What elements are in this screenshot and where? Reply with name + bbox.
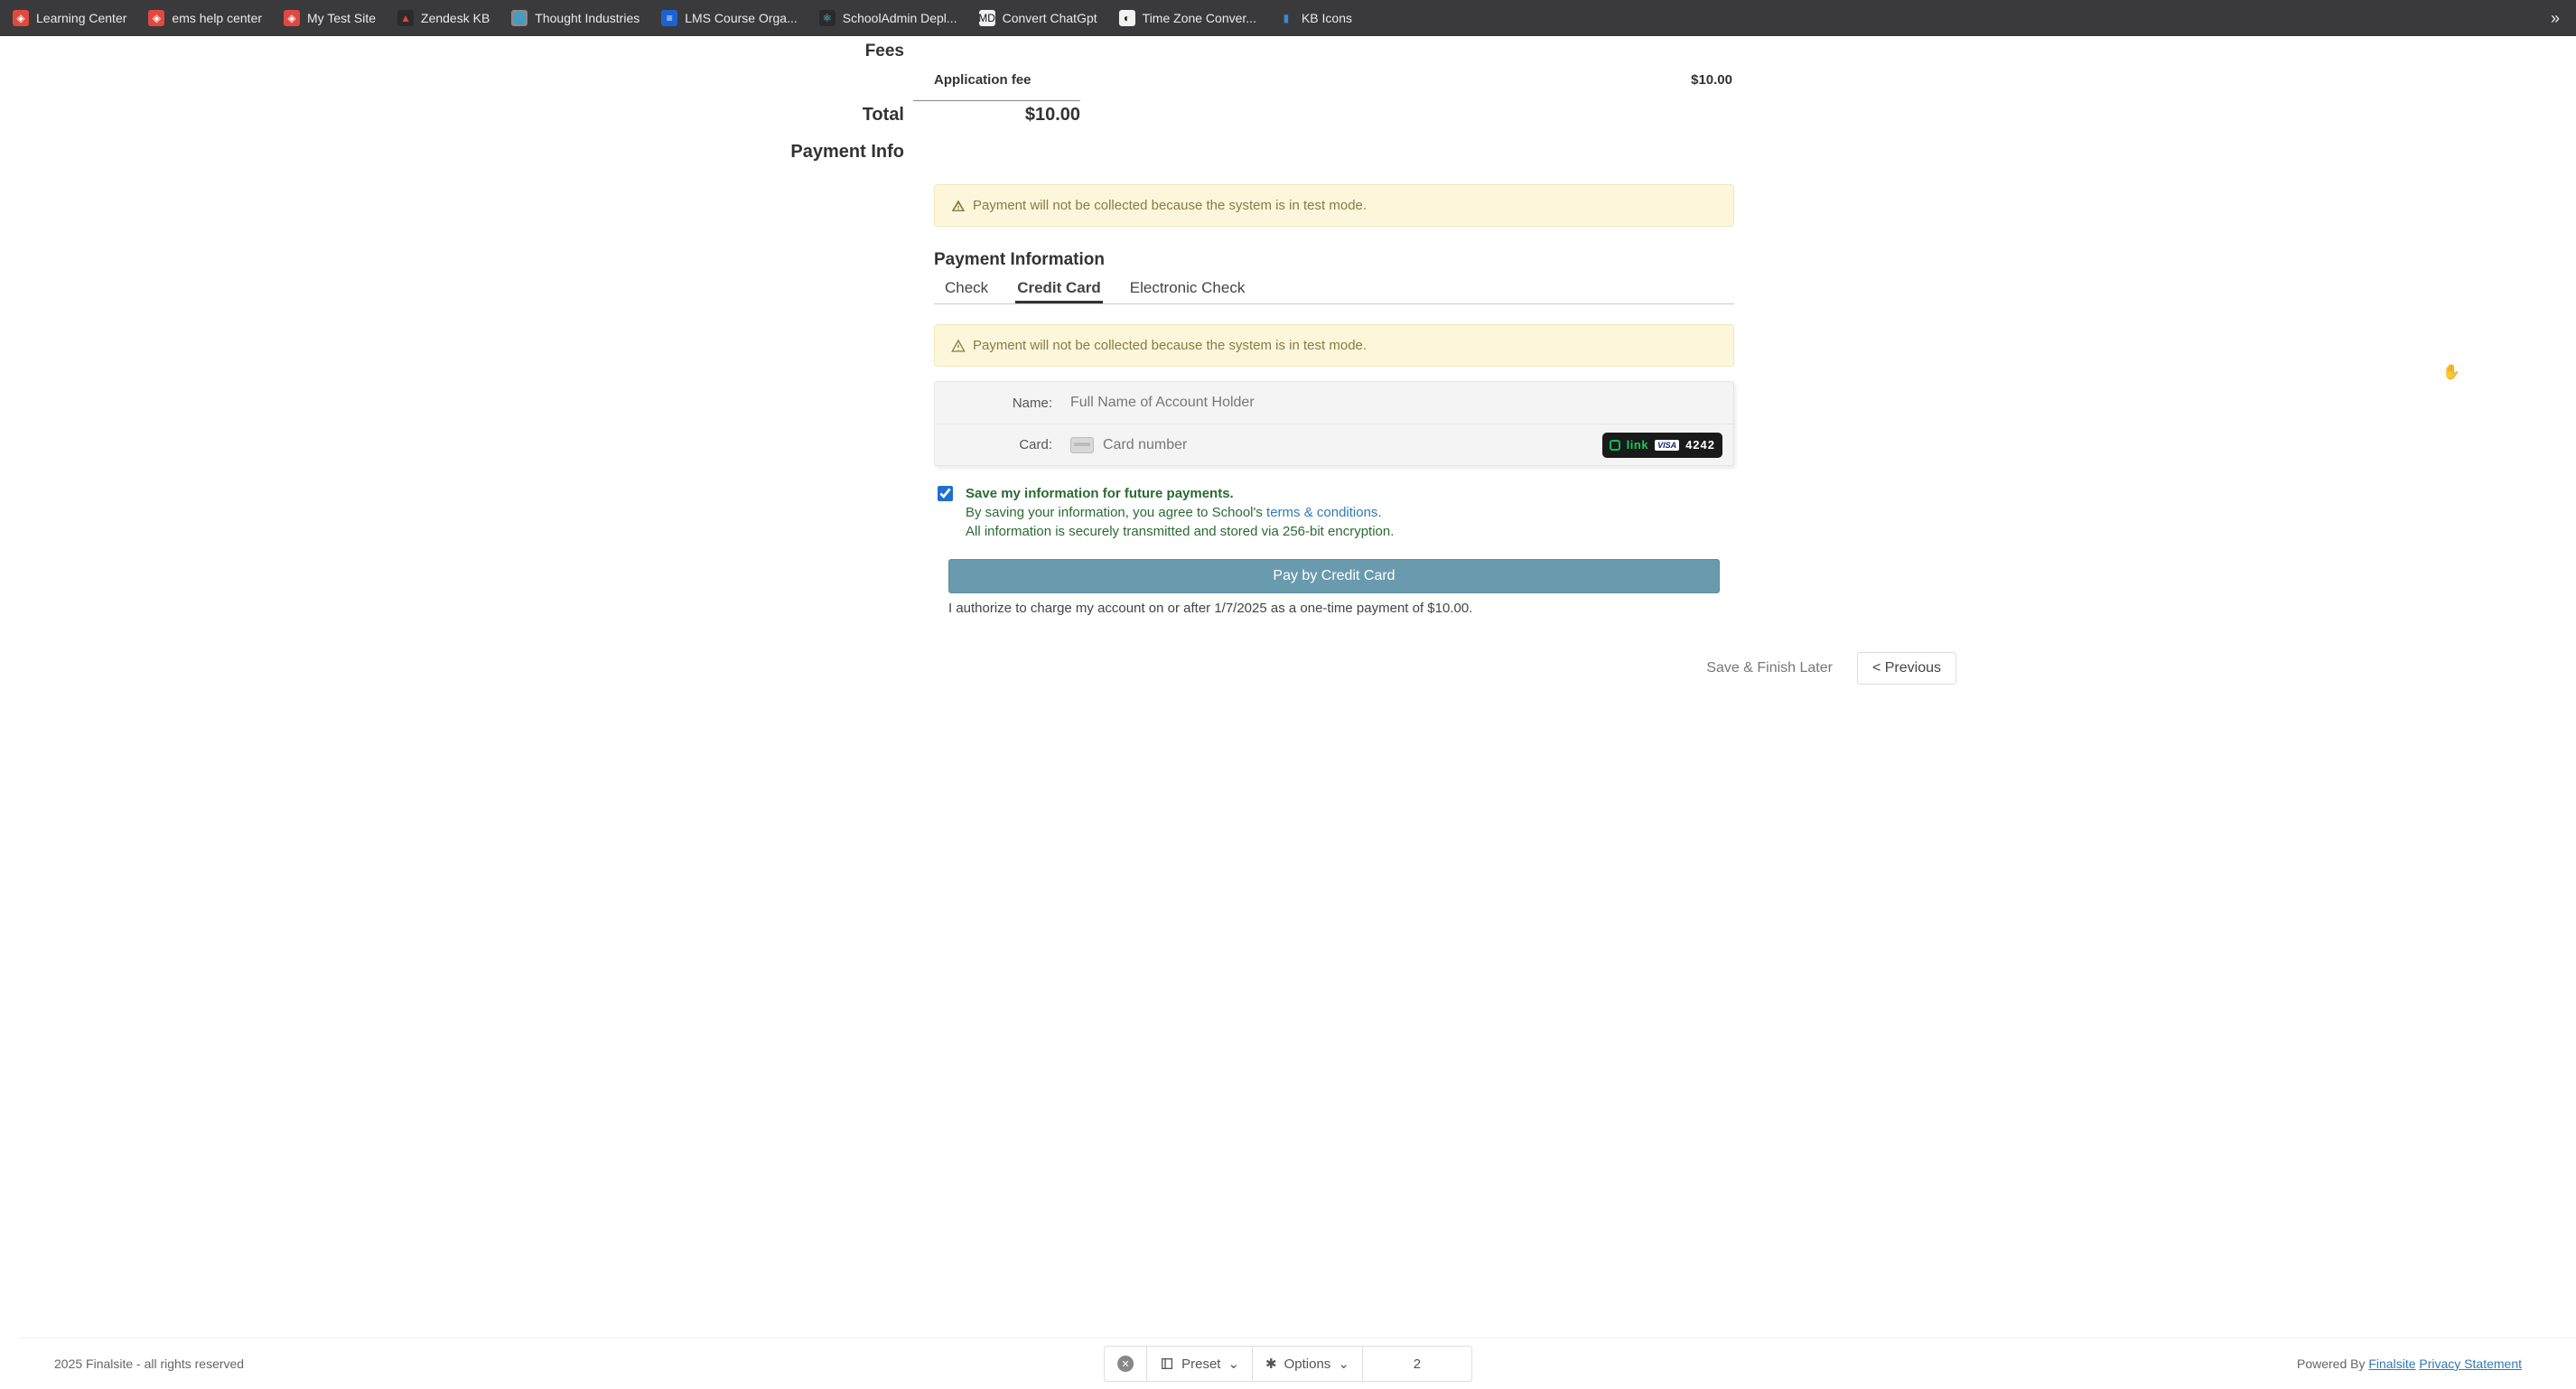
save-info-line2: All information is securely transmitted … (966, 524, 1394, 539)
bookmark-favicon: ◐ (1119, 10, 1135, 26)
credit-card-panel: Name: Card: link VISA 4242 (934, 381, 1734, 466)
test-mode-alert-inner: Payment will not be collected because th… (934, 324, 1734, 367)
visa-badge: VISA (1655, 440, 1679, 451)
powered-by-prefix: Powered By (2297, 1356, 2368, 1371)
page-footer: 2025 Finalsite - all rights reserved ✕ P… (0, 1338, 2576, 1389)
terms-link[interactable]: terms & conditions (1266, 505, 1377, 520)
bookmark-item[interactable]: ▮ KB Icons (1278, 10, 1352, 26)
alert-text: Payment will not be collected because th… (973, 338, 1367, 353)
previous-button[interactable]: < Previous (1857, 652, 1956, 685)
options-dropdown[interactable]: ✱ Options ⌄ (1253, 1347, 1363, 1381)
total-amount: $10.00 (913, 100, 1080, 126)
payment-info-heading: Payment Info (620, 142, 904, 163)
fee-item-name: Application fee (934, 72, 1031, 88)
bookmark-favicon: ▮ (1278, 10, 1294, 26)
bookmark-label: SchoolAdmin Depl... (843, 11, 957, 25)
bookmark-item[interactable]: MD Convert ChatGpt (979, 10, 1097, 26)
footer-toolbar: ✕ Preset ⌄ ✱ Options ⌄ 2 (1104, 1346, 1472, 1382)
cardholder-name-input[interactable] (1070, 395, 1733, 411)
fee-item-amount: $10.00 (1691, 72, 1732, 88)
bookmark-favicon: ▲ (397, 10, 414, 26)
bookmark-label: LMS Course Orga... (685, 11, 798, 25)
bookmarks-bar: ◈ Learning Center ◈ ems help center ◈ My Test… (0, 0, 2576, 36)
bookmark-item[interactable]: ≡ LMS Course Orga... (661, 10, 798, 26)
bookmark-item[interactable]: ◈ My Test Site (284, 10, 376, 26)
page-number-display[interactable]: 2 (1363, 1347, 1471, 1381)
finalsite-link[interactable]: Finalsite (2368, 1356, 2415, 1371)
bookmark-label: KB Icons (1302, 11, 1352, 25)
autofill-brand: link (1627, 438, 1648, 452)
save-finish-later-button[interactable]: Save & Finish Later (1691, 652, 1848, 685)
bookmark-favicon: MD (979, 10, 995, 26)
preset-label: Preset (1181, 1356, 1220, 1372)
save-payment-info-block: Save my information for future payments.… (934, 484, 1734, 541)
tab-check[interactable]: Check (943, 277, 990, 303)
bookmark-favicon: ◈ (284, 10, 300, 26)
bookmark-favicon: 🌐 (511, 10, 527, 26)
chevron-down-icon: ⌄ (1338, 1356, 1349, 1372)
payment-information-heading: Payment Information (934, 250, 1734, 270)
bookmark-item[interactable]: ◐ Time Zone Conver... (1119, 10, 1256, 26)
page-number: 2 (1414, 1356, 1421, 1372)
bookmark-favicon: ≡ (661, 10, 677, 26)
card-number-input[interactable] (1103, 437, 1593, 453)
payment-method-tabs: Check Credit Card Electronic Check (934, 277, 1734, 304)
close-icon: ✕ (1117, 1356, 1134, 1372)
authorization-text: I authorize to charge my account on or a… (948, 601, 1734, 616)
warning-icon (951, 199, 966, 213)
fees-heading: Fees (620, 42, 904, 61)
bookmark-label: Convert ChatGpt (1003, 11, 1097, 25)
bookmark-item[interactable]: ⚛ SchoolAdmin Depl... (819, 10, 957, 26)
alert-text: Payment will not be collected because th… (973, 198, 1367, 213)
test-mode-alert: Payment will not be collected because th… (934, 184, 1734, 227)
bookmark-item[interactable]: 🌐 Thought Industries (511, 10, 639, 26)
gear-icon: ✱ (1265, 1356, 1277, 1372)
bookmark-item[interactable]: ▲ Zendesk KB (397, 10, 490, 26)
bookmark-label: ems help center (172, 11, 262, 25)
bookmark-item[interactable]: ◈ Learning Center (13, 10, 126, 26)
save-info-checkbox[interactable] (938, 486, 953, 501)
autofill-last4: 4242 (1685, 438, 1715, 452)
total-heading: Total (620, 105, 904, 126)
link-logo-icon (1610, 440, 1620, 451)
bookmark-favicon: ⚛ (819, 10, 835, 26)
bookmark-label: My Test Site (307, 11, 376, 25)
warning-outline-icon (951, 339, 966, 353)
save-info-title: Save my information for future payments. (966, 486, 1234, 501)
name-label: Name: (935, 396, 1070, 411)
copyright-text: 2025 Finalsite - all rights reserved (54, 1356, 244, 1371)
autofill-suggestion-chip[interactable]: link VISA 4242 (1602, 433, 1722, 458)
tab-credit-card[interactable]: Credit Card (1015, 277, 1103, 303)
toolbar-close-button[interactable]: ✕ (1105, 1347, 1147, 1381)
bookmark-label: Time Zone Conver... (1143, 11, 1256, 25)
bookmark-favicon: ◈ (148, 10, 164, 26)
save-info-line1-prefix: By saving your information, you agree to… (966, 505, 1266, 520)
save-info-line1-suffix: . (1377, 505, 1381, 520)
bookmark-favicon: ◈ (13, 10, 29, 26)
preset-icon (1160, 1356, 1174, 1371)
chevron-down-icon: ⌄ (1227, 1356, 1239, 1372)
privacy-statement-link[interactable]: Privacy Statement (2419, 1356, 2522, 1371)
bookmark-label: Zendesk KB (421, 11, 490, 25)
bookmarks-overflow-button[interactable]: » (2547, 9, 2563, 28)
bookmark-label: Thought Industries (535, 11, 639, 25)
options-label: Options (1284, 1356, 1331, 1372)
bookmark-label: Learning Center (36, 11, 126, 25)
card-label: Card: (935, 437, 1070, 452)
bookmark-item[interactable]: ◈ ems help center (148, 10, 262, 26)
preset-dropdown[interactable]: Preset ⌄ (1147, 1347, 1253, 1381)
pay-by-credit-card-button[interactable]: Pay by Credit Card (948, 559, 1720, 593)
tab-electronic-check[interactable]: Electronic Check (1128, 277, 1247, 303)
credit-card-icon (1070, 437, 1094, 453)
